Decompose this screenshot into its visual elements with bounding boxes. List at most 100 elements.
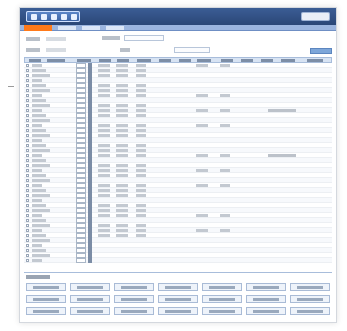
footer-button[interactable]	[246, 307, 286, 315]
footer-button[interactable]	[70, 283, 110, 291]
row-checkbox[interactable]	[26, 169, 29, 172]
nav-tab-4[interactable]	[106, 26, 124, 30]
row-checkbox[interactable]	[26, 164, 29, 167]
row-checkbox[interactable]	[26, 89, 29, 92]
row-input[interactable]	[76, 258, 86, 263]
row-checkbox[interactable]	[26, 84, 29, 87]
row-label	[32, 229, 42, 232]
nav-tab-active[interactable]	[24, 25, 52, 31]
row-checkbox[interactable]	[26, 219, 29, 222]
search-button[interactable]	[310, 48, 332, 54]
row-checkbox[interactable]	[26, 69, 29, 72]
table-row[interactable]	[24, 258, 332, 263]
text-field[interactable]	[124, 35, 164, 41]
footer-button[interactable]	[158, 295, 198, 303]
row-checkbox[interactable]	[26, 144, 29, 147]
row-checkbox[interactable]	[26, 114, 29, 117]
row-checkbox[interactable]	[26, 179, 29, 182]
row-checkbox[interactable]	[26, 64, 29, 67]
column-header[interactable]	[99, 59, 111, 62]
row-checkbox[interactable]	[26, 159, 29, 162]
column-header[interactable]	[281, 59, 295, 62]
footer-button[interactable]	[70, 295, 110, 303]
row-checkbox[interactable]	[26, 139, 29, 142]
column-header[interactable]	[117, 59, 129, 62]
text-field[interactable]	[174, 47, 210, 53]
row-picker-button[interactable]	[88, 258, 92, 263]
row-label	[32, 119, 50, 122]
row-checkbox[interactable]	[26, 239, 29, 242]
footer-button[interactable]	[246, 295, 286, 303]
field-label	[120, 48, 130, 52]
row-checkbox[interactable]	[26, 119, 29, 122]
nav-tab-2[interactable]	[58, 26, 76, 30]
row-checkbox[interactable]	[26, 254, 29, 257]
row-cell	[98, 114, 110, 117]
column-header[interactable]	[77, 59, 91, 62]
column-header[interactable]	[241, 59, 253, 62]
footer-button-label	[209, 310, 235, 313]
row-cell	[98, 184, 110, 187]
header-button[interactable]	[301, 12, 330, 21]
row-cell	[220, 184, 230, 187]
column-header[interactable]	[179, 59, 191, 62]
row-checkbox[interactable]	[26, 189, 29, 192]
row-checkbox[interactable]	[26, 174, 29, 177]
column-header[interactable]	[29, 59, 41, 62]
column-header[interactable]	[47, 59, 65, 62]
row-checkbox[interactable]	[26, 234, 29, 237]
footer-button[interactable]	[114, 295, 154, 303]
column-header[interactable]	[261, 59, 273, 62]
row-checkbox[interactable]	[26, 224, 29, 227]
row-checkbox[interactable]	[26, 79, 29, 82]
row-checkbox[interactable]	[26, 134, 29, 137]
column-header[interactable]	[307, 59, 323, 62]
row-label	[32, 249, 46, 252]
nav-tab-3[interactable]	[82, 26, 100, 30]
row-label	[32, 114, 46, 117]
row-checkbox[interactable]	[26, 99, 29, 102]
footer-button[interactable]	[26, 295, 66, 303]
row-checkbox[interactable]	[26, 124, 29, 127]
column-header[interactable]	[137, 59, 151, 62]
footer-button[interactable]	[290, 295, 330, 303]
row-label	[32, 259, 42, 262]
row-checkbox[interactable]	[26, 149, 29, 152]
footer-button[interactable]	[70, 307, 110, 315]
row-checkbox[interactable]	[26, 204, 29, 207]
row-checkbox[interactable]	[26, 194, 29, 197]
column-header[interactable]	[221, 59, 233, 62]
row-checkbox[interactable]	[26, 184, 29, 187]
row-checkbox[interactable]	[26, 154, 29, 157]
footer-button[interactable]	[290, 307, 330, 315]
row-checkbox[interactable]	[26, 104, 29, 107]
footer-button[interactable]	[202, 307, 242, 315]
row-checkbox[interactable]	[26, 259, 29, 262]
footer-button[interactable]	[158, 307, 198, 315]
row-checkbox[interactable]	[26, 129, 29, 132]
footer-button[interactable]	[202, 283, 242, 291]
row-checkbox[interactable]	[26, 209, 29, 212]
row-checkbox[interactable]	[26, 109, 29, 112]
footer-button[interactable]	[158, 283, 198, 291]
row-checkbox[interactable]	[26, 249, 29, 252]
row-checkbox[interactable]	[26, 199, 29, 202]
row-cell	[116, 189, 128, 192]
column-header[interactable]	[197, 59, 211, 62]
footer-button[interactable]	[114, 307, 154, 315]
footer-button[interactable]	[114, 283, 154, 291]
row-cell	[98, 214, 110, 217]
row-checkbox[interactable]	[26, 229, 29, 232]
footer-button[interactable]	[26, 307, 66, 315]
row-checkbox[interactable]	[26, 74, 29, 77]
row-checkbox[interactable]	[26, 94, 29, 97]
footer-button[interactable]	[26, 283, 66, 291]
footer-button[interactable]	[290, 283, 330, 291]
footer-button-label	[297, 310, 323, 313]
row-cell	[116, 89, 128, 92]
footer-button[interactable]	[246, 283, 286, 291]
footer-button[interactable]	[202, 295, 242, 303]
row-checkbox[interactable]	[26, 214, 29, 217]
row-checkbox[interactable]	[26, 244, 29, 247]
column-header[interactable]	[159, 59, 171, 62]
